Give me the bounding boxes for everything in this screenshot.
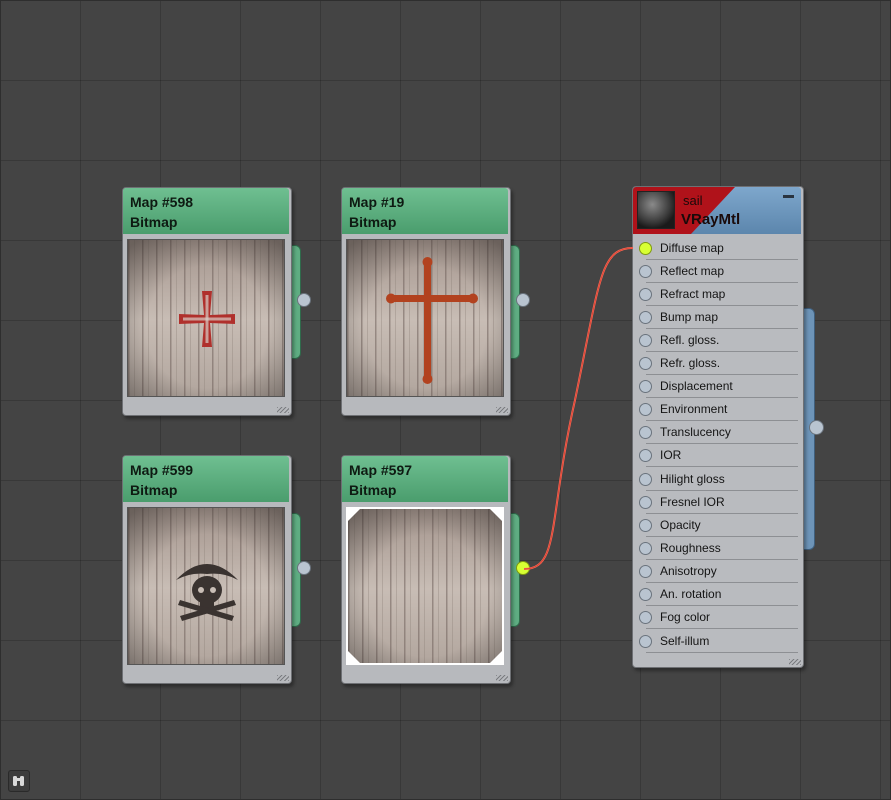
binoculars-button[interactable] [8, 770, 30, 792]
connection-wire[interactable] [0, 0, 891, 800]
binoculars-icon [13, 776, 24, 786]
